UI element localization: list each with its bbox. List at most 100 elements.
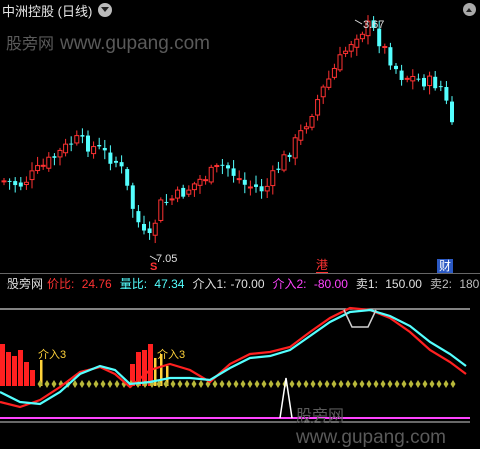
baseline-dot xyxy=(219,380,225,388)
baseline-dot xyxy=(387,380,393,388)
baseline-dot xyxy=(408,380,414,388)
candle-body xyxy=(331,67,337,78)
volume-ratio-line xyxy=(0,308,467,406)
baseline-dot xyxy=(226,380,232,388)
candle-body xyxy=(125,169,130,186)
pane-divider xyxy=(0,273,480,274)
candle-body xyxy=(270,170,276,187)
baseline-dot xyxy=(170,380,176,388)
baseline-dot xyxy=(401,380,407,388)
candle-body xyxy=(108,152,113,164)
baseline-dot xyxy=(240,380,246,388)
baseline-dot xyxy=(429,380,435,388)
baseline-dot xyxy=(268,380,274,388)
baseline-dot xyxy=(380,380,386,388)
candle-body xyxy=(119,162,124,167)
baseline-dot xyxy=(93,380,99,388)
candle-body xyxy=(35,165,41,172)
indicator-legend: 股旁网 价比: 24.76 量比: 47.34 介入1: -70.00 介入2: … xyxy=(0,275,480,292)
candle-body xyxy=(214,165,220,168)
signal-bar xyxy=(148,344,153,386)
candle-body xyxy=(23,181,29,186)
candle-body xyxy=(63,143,69,154)
candle-body xyxy=(254,184,258,187)
high-pointer xyxy=(354,19,363,25)
candle-body xyxy=(175,189,181,199)
baseline-dot xyxy=(261,380,267,388)
candle-body xyxy=(438,86,443,88)
watermark-bottom: 股旁网www.gupang.com xyxy=(296,408,446,448)
legend-entry2: 介入2: -80.00 xyxy=(272,277,348,291)
event-marker-hk[interactable]: 港 xyxy=(316,259,329,274)
baseline-dot xyxy=(107,380,113,388)
candle-body xyxy=(309,116,315,128)
signal-bar xyxy=(6,352,11,386)
candle-body xyxy=(359,33,365,40)
candle-body xyxy=(147,228,152,234)
candle-body xyxy=(298,130,304,141)
watermark-top: 股旁网 www.gupang.com xyxy=(6,33,210,54)
candle-body xyxy=(264,185,270,192)
baseline-dot xyxy=(345,380,351,388)
candle-body xyxy=(410,75,416,82)
baseline-dot xyxy=(233,380,239,388)
candle-body xyxy=(169,198,175,201)
baseline-dot xyxy=(184,380,190,388)
candle-body xyxy=(7,180,12,182)
candle-body xyxy=(287,154,292,158)
high-marker-label: 3.67 xyxy=(363,19,384,31)
candle-body xyxy=(394,65,398,70)
candle-body xyxy=(191,183,197,191)
signal-bar xyxy=(18,350,23,386)
baseline-dot xyxy=(51,380,57,388)
candle-body xyxy=(97,145,102,147)
event-marker-finance[interactable]: 财 xyxy=(437,259,454,273)
baseline-dot xyxy=(86,380,92,388)
candle-body xyxy=(29,170,35,181)
candle-body xyxy=(292,137,298,159)
baseline-dot xyxy=(254,380,260,388)
candle-body xyxy=(142,223,146,231)
baseline-dot xyxy=(114,380,120,388)
baseline-dot xyxy=(359,380,365,388)
signal-bar xyxy=(0,344,5,386)
baseline-dot xyxy=(317,380,323,388)
signal-bars xyxy=(0,344,169,386)
candle-body xyxy=(91,146,97,155)
baseline-dot xyxy=(366,380,372,388)
candle-body xyxy=(74,135,80,144)
candle-body xyxy=(242,179,247,185)
candle-body xyxy=(388,47,393,66)
baseline-dot xyxy=(352,380,358,388)
candle-body xyxy=(315,99,321,116)
baseline-dot xyxy=(79,380,85,388)
candle-body xyxy=(416,78,421,80)
candle-body xyxy=(13,181,18,186)
candle-body xyxy=(231,168,236,176)
candle-body xyxy=(164,201,169,203)
candle-body xyxy=(320,86,326,98)
candle-body xyxy=(377,28,382,47)
signal-bar xyxy=(30,370,35,386)
baseline-dot xyxy=(289,380,295,388)
candle-body xyxy=(203,179,209,182)
legend-entry1: 介入1: -70.00 xyxy=(192,277,265,291)
indicator-name[interactable]: 股旁网 xyxy=(7,275,43,292)
baseline-dot xyxy=(310,380,316,388)
candle-body xyxy=(80,135,85,137)
baseline-dot xyxy=(212,380,218,388)
baseline-dot xyxy=(422,380,428,388)
candle-body xyxy=(1,180,7,183)
price-ratio-line xyxy=(0,306,467,409)
candle-body xyxy=(136,211,141,223)
candle-body xyxy=(102,147,107,151)
baseline-dot xyxy=(275,380,281,388)
candle-body xyxy=(281,154,287,171)
candle-body xyxy=(303,126,309,130)
baseline-dot xyxy=(100,380,106,388)
candle-body xyxy=(46,156,52,169)
baseline-dot xyxy=(296,380,302,388)
candle-body xyxy=(226,165,230,169)
candle-body xyxy=(220,164,225,166)
candle-body xyxy=(444,87,449,101)
